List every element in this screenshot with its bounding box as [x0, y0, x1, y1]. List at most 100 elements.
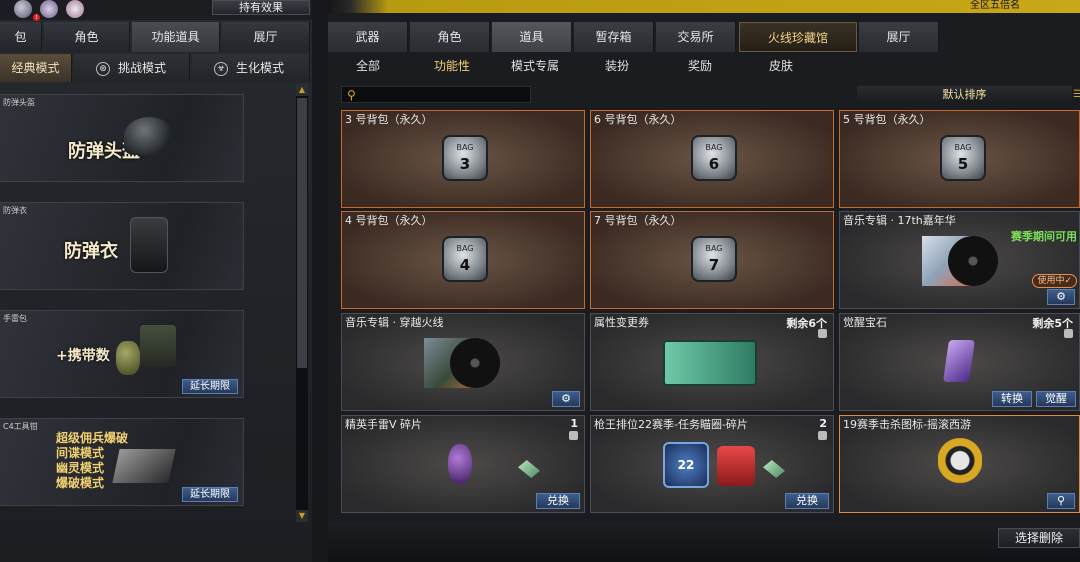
search-icon: ⚲ [347, 88, 356, 102]
item-card-bag-5[interactable]: 5 号背包（永久） BAG 5 [839, 110, 1080, 208]
tab-collection-museum[interactable]: 火线珍藏馆 [739, 22, 857, 52]
subtab-functional[interactable]: 功能性 [434, 56, 470, 76]
mode-tab-classic[interactable]: 经典模式 [0, 54, 72, 82]
subtab-cosmetic[interactable]: 装扮 [605, 56, 629, 76]
bag-label: BAG [954, 143, 972, 152]
trash-icon[interactable] [818, 431, 827, 440]
left-item-list: 防弹头盔 防弹头盔 防弹衣 防弹衣 手雷包 +携带数 延长期限 C4工具钳 超级… [0, 84, 290, 522]
trash-icon[interactable] [818, 329, 827, 338]
sort-dropdown[interactable]: 默认排序 [857, 86, 1072, 103]
item-name: 防弹头盔 [3, 98, 35, 107]
left-scrollbar[interactable]: ▲ ▼ [296, 84, 308, 522]
list-item-grenade-pack[interactable]: 手雷包 +携带数 延长期限 [0, 310, 244, 398]
redeem-button[interactable]: 兑换 [785, 493, 829, 509]
item-card-bag-7[interactable]: 7 号背包（永久） BAG 7 [590, 211, 834, 309]
card-title: 7 号背包（永久） [594, 214, 682, 227]
season-note: 赛季期间可用 [1011, 230, 1077, 243]
settings-button[interactable]: ⚙ [552, 391, 580, 407]
tab-exchange[interactable]: 交易所 [656, 22, 736, 52]
card-title: 音乐专辑 · 17th嘉年华 [843, 214, 956, 227]
scroll-thumb[interactable] [297, 98, 307, 368]
redeem-button[interactable]: 兑换 [536, 493, 580, 509]
card-title: 5 号背包（永久） [843, 113, 931, 126]
compass-icon[interactable] [14, 0, 32, 18]
card-title: 3 号背包（永久） [345, 113, 433, 126]
mouse-icon[interactable] [66, 0, 84, 18]
challenge-mode-icon: ⊛ [96, 61, 110, 76]
gear-icon: ⚙ [561, 392, 571, 405]
card-title: 音乐专辑 · 穿越火线 [345, 316, 444, 329]
list-item-c4-pliers[interactable]: C4工具钳 超级佣兵爆破 间谍模式 幽灵模式 爆破模式 延长期限 [0, 418, 244, 506]
magnifier-icon: ⚲ [1056, 494, 1066, 507]
bottom-bar [328, 522, 1080, 562]
item-card-music-cf[interactable]: 音乐专辑 · 穿越火线 ⚙ [341, 313, 585, 411]
tab-storage-box[interactable]: 暂存箱 [574, 22, 654, 52]
item-card-bag-4[interactable]: 4 号背包（永久） BAG 4 [341, 211, 585, 309]
subtab-mode-exclusive[interactable]: 模式专属 [511, 56, 559, 76]
search-input[interactable]: ⚲ [341, 86, 531, 103]
mode-line: 超级佣兵爆破 [56, 431, 129, 445]
scroll-up-icon[interactable]: ▲ [296, 84, 308, 96]
backpack-icon: BAG 4 [442, 236, 488, 282]
inspect-button[interactable]: ⚲ [1047, 493, 1075, 509]
left-tab-bag[interactable]: 包 [0, 22, 42, 52]
backpack-icon: BAG 3 [442, 135, 488, 181]
scroll-down-icon[interactable]: ▼ [296, 510, 308, 522]
sort-menu-icon[interactable]: ☰ [1073, 86, 1080, 103]
bag-label: BAG [456, 143, 474, 152]
subtab-rewards[interactable]: 奖励 [688, 56, 712, 76]
subtab-all[interactable]: 全部 [356, 56, 380, 76]
card-title: 精英手雷V 碎片 [345, 418, 423, 431]
extend-duration-button[interactable]: 延长期限 [182, 487, 238, 502]
extend-duration-button[interactable]: 延长期限 [182, 379, 238, 394]
gear-icon: ⚙ [1056, 290, 1066, 303]
bag-number: 5 [957, 155, 969, 173]
grenade-icon [448, 444, 472, 484]
item-card-attribute-voucher[interactable]: 属性变更券 剩余6个 [590, 313, 834, 411]
item-name: 防弹衣 [3, 206, 27, 215]
bag-number: 7 [708, 256, 720, 274]
item-card-bag-6[interactable]: 6 号背包（永久） BAG 6 [590, 110, 834, 208]
tab-weapons[interactable]: 武器 [328, 22, 408, 52]
left-tab-functional-items[interactable]: 功能道具 [132, 22, 220, 52]
fragment-icon [763, 460, 785, 478]
voucher-icon [663, 340, 757, 386]
grenade-icon [116, 341, 140, 375]
left-tab-showroom[interactable]: 展厅 [222, 22, 310, 52]
item-card-kill-icon-rock[interactable]: 19赛季击杀图标-摇滚西游 ⚲ [839, 415, 1080, 513]
backpack-icon: BAG 7 [691, 236, 737, 282]
tab-characters[interactable]: 角色 [410, 22, 490, 52]
vest-icon [130, 217, 168, 273]
bag-number: 4 [459, 256, 471, 274]
item-card-music-17th[interactable]: 音乐专辑 · 17th嘉年华 赛季期间可用 使用中✓ ⚙ [839, 211, 1080, 309]
select-delete-button[interactable]: 选择删除 [998, 528, 1080, 548]
music-album-icon [922, 236, 998, 286]
list-item-helmet[interactable]: 防弹头盔 防弹头盔 [0, 94, 244, 182]
potion-icon[interactable] [40, 0, 58, 18]
subtab-skins[interactable]: 皮肤 [769, 56, 793, 76]
item-card-bag-3[interactable]: 3 号背包（永久） BAG 3 [341, 110, 585, 208]
list-item-vest[interactable]: 防弹衣 防弹衣 [0, 202, 244, 290]
card-title: 觉醒宝石 [843, 316, 887, 329]
convert-button[interactable]: 转换 [992, 391, 1032, 407]
trash-icon[interactable] [569, 431, 578, 440]
mode-tab-zombie[interactable]: ☣ 生化模式 [192, 54, 310, 82]
item-card-ranked-fragment[interactable]: 枪王排位22赛季-任务瞄圈-碎片 2 22 兑换 [590, 415, 834, 513]
awaken-button[interactable]: 觉醒 [1036, 391, 1076, 407]
alert-badge-icon: ! [33, 14, 40, 21]
trash-icon[interactable] [1064, 329, 1073, 338]
holding-effect-button[interactable]: 持有效果 [212, 0, 310, 15]
item-card-awakening-gem[interactable]: 觉醒宝石 剩余5个 转换 觉醒 [839, 313, 1080, 411]
top-banner: 全区五倍名 [328, 0, 1080, 13]
mode-tab-challenge[interactable]: ⊛ 挑战模式 [74, 54, 190, 82]
backpack-icon: BAG 6 [691, 135, 737, 181]
tab-showroom[interactable]: 展厅 [859, 22, 939, 52]
bag-number: 3 [459, 155, 471, 173]
item-title: +携带数 [56, 348, 110, 364]
tab-items[interactable]: 道具 [492, 22, 572, 52]
left-tab-character[interactable]: 角色 [44, 22, 130, 52]
card-title: 属性变更券 [594, 316, 649, 329]
settings-button[interactable]: ⚙ [1047, 289, 1075, 305]
fragment-count: 1 [570, 417, 578, 430]
item-card-grenade-fragment[interactable]: 精英手雷V 碎片 1 兑换 [341, 415, 585, 513]
